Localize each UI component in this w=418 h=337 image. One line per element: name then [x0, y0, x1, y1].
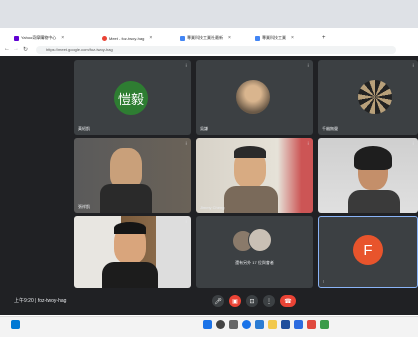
participant-video	[100, 184, 152, 213]
url-field[interactable]: https://meet.google.com/foz-twoy-hag	[36, 46, 396, 54]
folder-icon[interactable]	[268, 320, 277, 329]
present-button[interactable]: ⊡	[246, 295, 258, 307]
more-vert-icon: ⋮	[266, 298, 272, 305]
mic-muted-icon: ⁝	[307, 141, 309, 147]
app-icon[interactable]	[320, 320, 329, 329]
camera-button[interactable]: ▣	[229, 295, 241, 307]
avatar	[248, 228, 272, 252]
participant-video	[224, 186, 278, 213]
tab-3[interactable]: 專業科技工業社最新 ×	[180, 31, 240, 45]
forward-icon[interactable]: →	[13, 46, 19, 52]
leave-call-button[interactable]: ☎︎	[280, 295, 296, 307]
others-tile[interactable]: 還有另外 17 位與會者	[196, 216, 313, 288]
self-tile[interactable]: F ⁝	[318, 216, 418, 288]
mic-button[interactable]: 🎤︎	[212, 295, 224, 307]
app-icon[interactable]	[281, 320, 290, 329]
participant-video	[234, 146, 266, 158]
site-favicon-icon	[180, 35, 185, 41]
present-icon: ⊡	[249, 298, 255, 305]
close-icon[interactable]: ×	[149, 35, 152, 41]
mic-muted-icon: ⁝	[185, 141, 187, 147]
participant-tile[interactable]: ⁝ 張祥凱	[74, 138, 191, 213]
close-icon[interactable]: ×	[291, 35, 294, 41]
mic-muted-icon: ⁝	[412, 63, 414, 69]
reload-icon[interactable]: ↻	[23, 46, 28, 53]
mic-muted-icon: ⁝	[307, 63, 309, 69]
mic-icon: 🎤︎	[214, 298, 222, 305]
participant-video	[348, 190, 400, 213]
participant-tile[interactable]: ⁝ Jimmy Cheng	[196, 138, 313, 213]
tab-yahoo[interactable]: Yahoo奇摩購物中心 ×	[14, 31, 86, 45]
avatar: F	[353, 235, 383, 265]
windows-icon[interactable]	[203, 320, 212, 329]
avatar	[358, 80, 392, 114]
participant-video	[110, 148, 142, 188]
mic-muted-icon: ⁝	[323, 279, 325, 284]
hang-up-icon: ☎︎	[284, 298, 292, 305]
mic-muted-icon: ⁝	[185, 219, 187, 225]
app-icon[interactable]	[307, 320, 316, 329]
search-icon[interactable]	[216, 320, 225, 329]
app-icon[interactable]	[255, 320, 264, 329]
new-tab-button[interactable]: +	[322, 31, 332, 45]
app-icon[interactable]	[294, 320, 303, 329]
meeting-info: 上午9:20 | foz-twoy-hag	[14, 298, 67, 304]
close-icon[interactable]: ×	[228, 35, 231, 41]
back-icon[interactable]: ←	[4, 46, 10, 52]
participant-tile[interactable]: ⁝	[74, 216, 191, 288]
camera-off-icon: ▣	[232, 298, 238, 305]
tab-meet[interactable]: Meet - foz-twoy-hag ×	[102, 31, 164, 45]
close-icon[interactable]: ×	[61, 35, 64, 41]
participant-tile[interactable]: 愷毅 ⁝ 黃紹凱	[74, 60, 191, 135]
participant-tile[interactable]: ⁝	[318, 138, 418, 213]
participant-tile[interactable]: ⁝ 千幽無聲	[318, 60, 418, 135]
yahoo-favicon-icon	[14, 35, 19, 41]
participant-video	[102, 262, 158, 288]
mic-muted-icon: ⁝	[185, 63, 187, 69]
browser-tab-strip	[0, 0, 418, 28]
avatar: 愷毅	[114, 81, 148, 115]
tab-4[interactable]: 專業科技工業 ×	[255, 31, 307, 45]
participant-video	[114, 222, 146, 234]
more-options-button[interactable]: ⋮	[263, 295, 275, 307]
avatar	[236, 80, 270, 114]
meet-favicon-icon	[102, 35, 107, 41]
browser-icon[interactable]	[242, 320, 251, 329]
start-icon[interactable]	[11, 320, 20, 329]
mic-muted-icon: ⁝	[412, 141, 414, 147]
site-favicon-icon	[255, 35, 260, 41]
participant-video	[354, 146, 392, 170]
participant-tile[interactable]: ⁝ 吳謙	[196, 60, 313, 135]
task-view-icon[interactable]	[229, 320, 238, 329]
